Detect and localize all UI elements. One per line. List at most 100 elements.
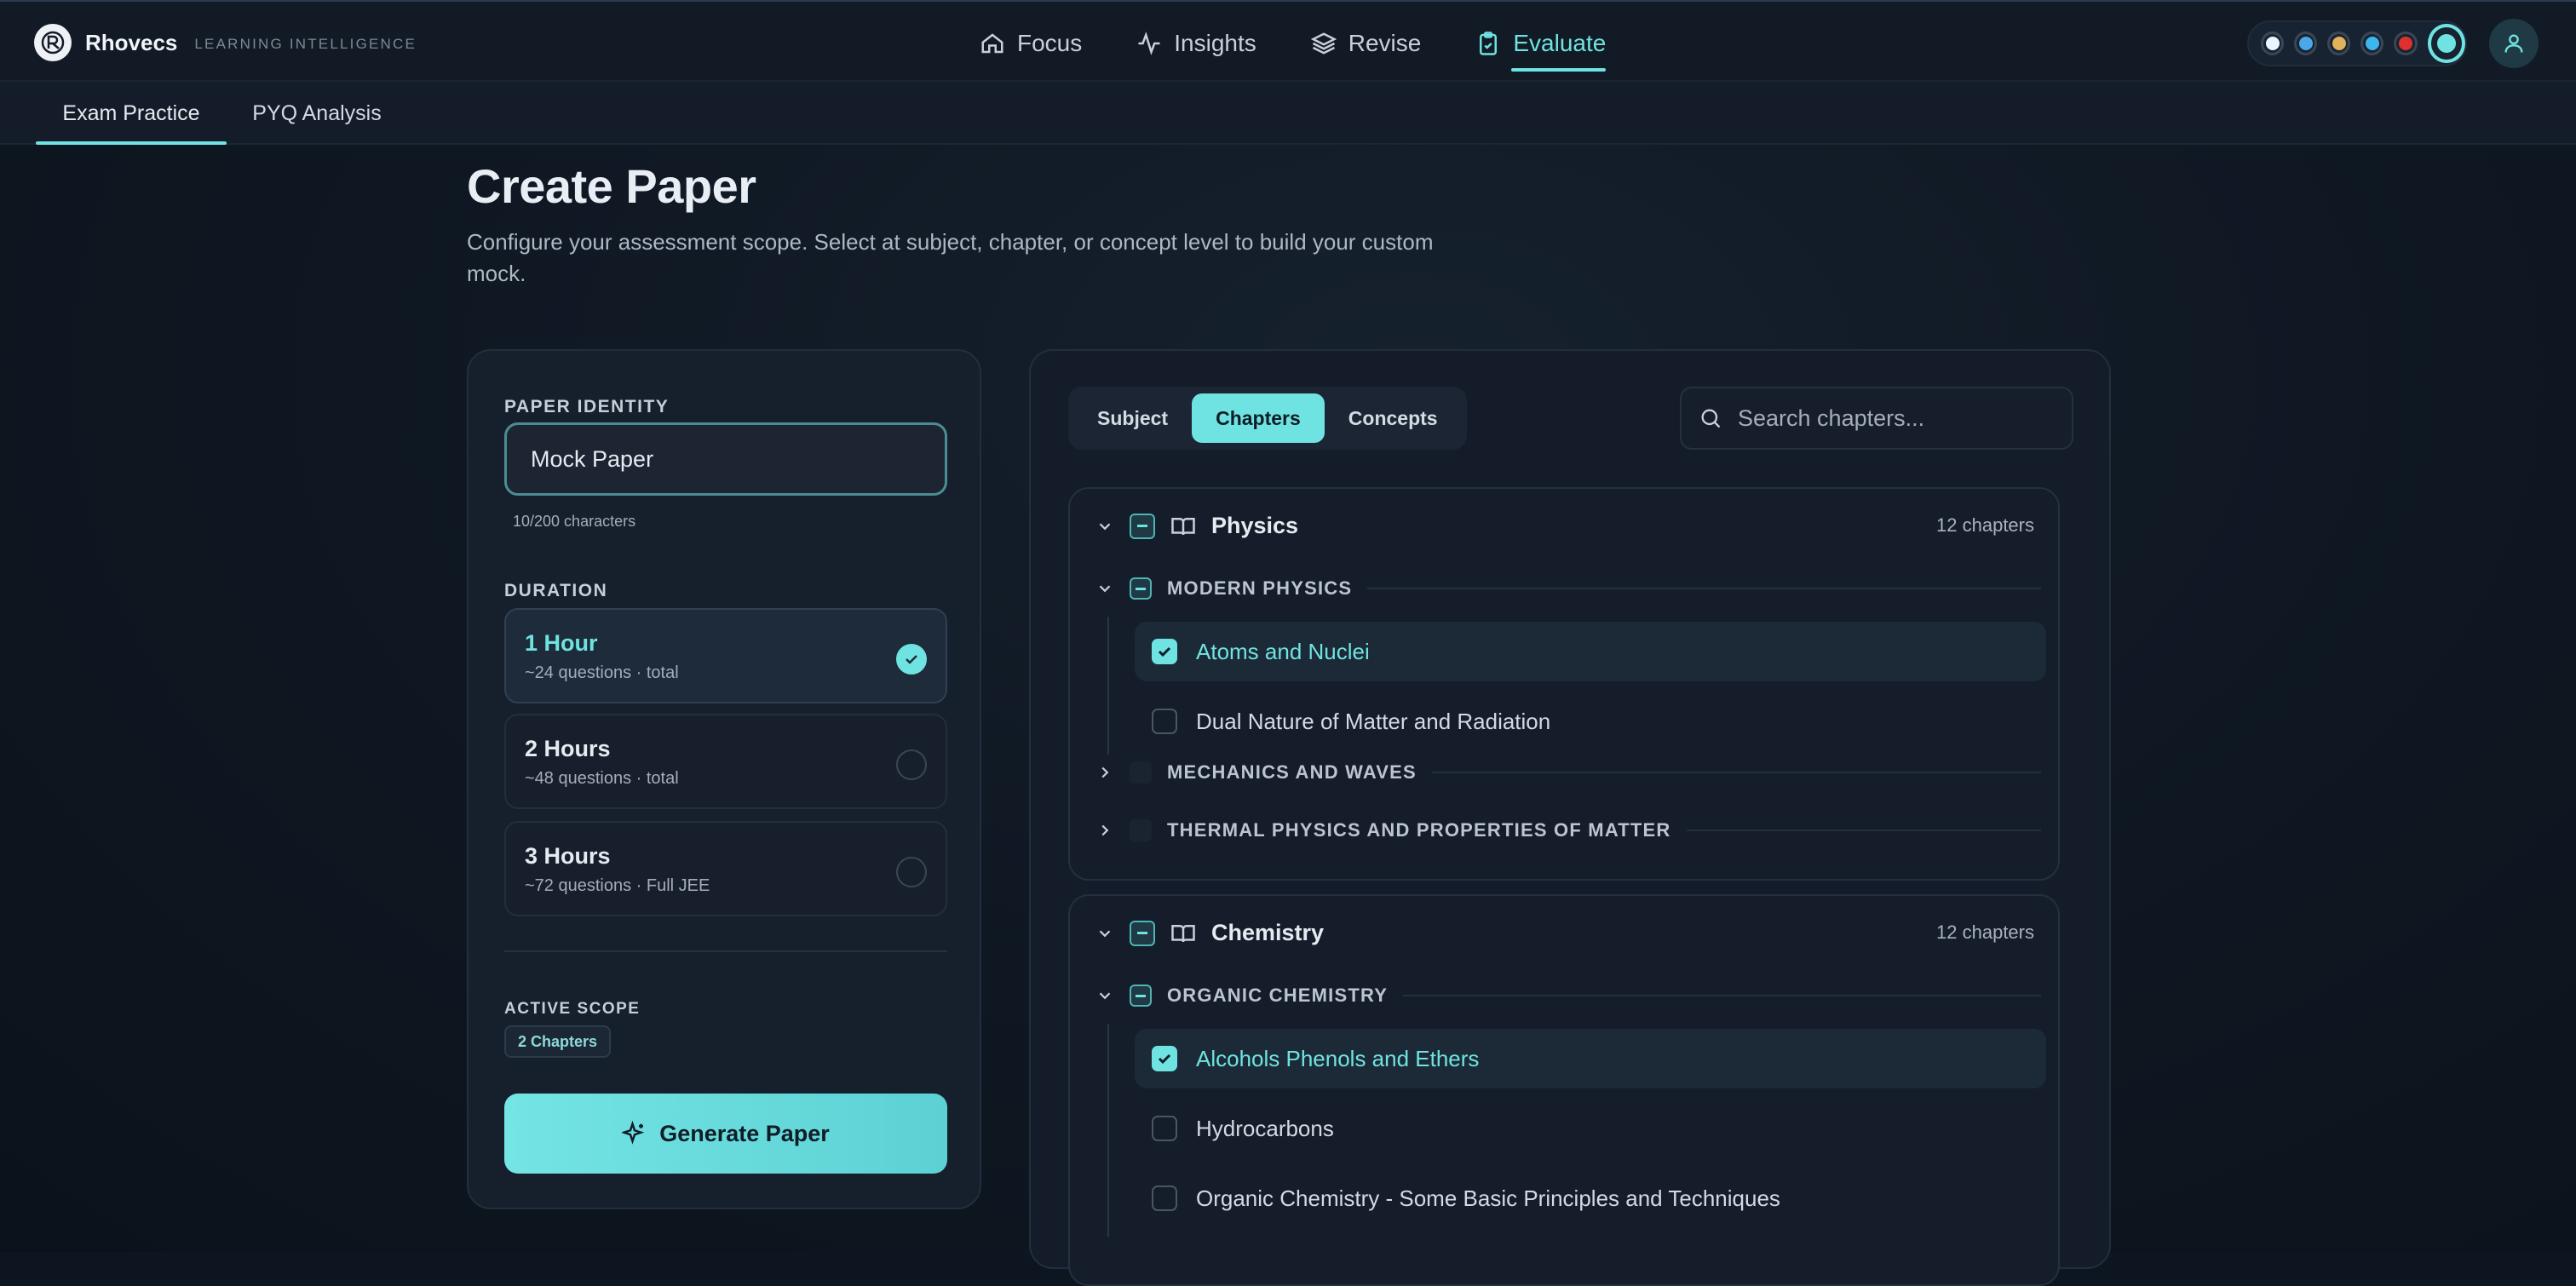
chevron-right-icon[interactable] <box>1095 763 1114 782</box>
divider <box>1367 588 2041 589</box>
chevron-down-icon[interactable] <box>1095 986 1114 1005</box>
partial-checkbox[interactable] <box>1130 920 1155 946</box>
subject-header[interactable]: Physics <box>1095 513 1298 539</box>
group-organic-chemistry[interactable]: ORGANIC CHEMISTRY <box>1095 985 2041 1007</box>
checkbox-empty-icon[interactable] <box>1130 819 1152 841</box>
search-icon <box>1701 409 1721 428</box>
nav-evaluate-label: Evaluate <box>1513 30 1607 56</box>
top-navbar: Rhovecs LEARNING INTELLIGENCE Focus Insi… <box>0 0 2576 82</box>
checkbox-empty-icon[interactable] <box>1130 761 1152 784</box>
theme-dot-1[interactable] <box>2261 32 2285 55</box>
chevron-down-icon[interactable] <box>1095 517 1114 536</box>
divider <box>1686 830 2041 831</box>
partial-checkbox[interactable] <box>1130 513 1155 539</box>
tab-pyq-analysis[interactable]: PYQ Analysis <box>239 82 395 145</box>
theme-dot-5[interactable] <box>2394 32 2418 55</box>
nav-revise[interactable]: Revise <box>1310 26 1421 61</box>
checkbox-checked-icon[interactable] <box>1152 1046 1177 1071</box>
subject-physics: Physics 12 chapters MODERN PHYSICS Atoms… <box>1068 487 2060 881</box>
paper-identity-label: PAPER IDENTITY <box>504 397 670 416</box>
duration-option-2h[interactable]: 2 Hours ~48 questions · total <box>504 714 947 809</box>
chapter-name: Atoms and Nuclei <box>1196 638 1370 664</box>
chapter-item[interactable]: Organic Chemistry - Some Basic Principle… <box>1135 1168 2046 1228</box>
chapter-item[interactable]: Atoms and Nuclei <box>1135 622 2046 681</box>
subject-name: Chemistry <box>1211 920 1325 945</box>
tree-line <box>1107 1024 1109 1237</box>
sub-tab-bar: Exam Practice PYQ Analysis <box>0 82 2576 145</box>
theme-dot-4[interactable] <box>2360 32 2384 55</box>
chapter-name: Alcohols Phenols and Ethers <box>1196 1045 1480 1071</box>
chapter-item[interactable]: Dual Nature of Matter and Radiation <box>1135 692 2046 751</box>
book-open-icon <box>1171 924 1195 942</box>
subject-header[interactable]: Chemistry <box>1095 920 1324 946</box>
check-circle-icon <box>896 644 927 675</box>
nav-insights[interactable]: Insights <box>1136 26 1256 61</box>
divider <box>1431 772 2041 773</box>
user-avatar[interactable] <box>2489 19 2539 68</box>
paper-config-card: PAPER IDENTITY Mock Paper 10/200 charact… <box>467 349 981 1209</box>
chevron-right-icon[interactable] <box>1095 821 1114 840</box>
sparkles-icon <box>622 1121 645 1145</box>
generate-paper-label: Generate Paper <box>659 1120 830 1146</box>
main-nav: Focus Insights Revise Evaluate <box>980 26 1660 72</box>
duration-label: DURATION <box>504 581 608 600</box>
chapter-item[interactable]: Alcohols Phenols and Ethers <box>1135 1029 2046 1088</box>
mode-concepts[interactable]: Concepts <box>1325 393 1462 443</box>
partial-checkbox[interactable] <box>1130 985 1152 1007</box>
theme-dot-6-active[interactable] <box>2427 24 2465 63</box>
subject-chapter-count: 12 chapters <box>1936 514 2034 536</box>
duration-title: 3 Hours <box>525 843 611 869</box>
rhovecs-logo-icon <box>34 24 72 61</box>
duration-title: 1 Hour <box>525 630 598 656</box>
theme-switcher <box>2247 20 2467 66</box>
subject-chemistry: Chemistry 12 chapters ORGANIC CHEMISTRY … <box>1068 894 2060 1286</box>
scope-selector-card: Subject Chapters Concepts Search chapter… <box>1029 349 2111 1286</box>
duration-subtitle: ~72 questions · Full JEE <box>525 876 710 895</box>
nav-focus-label: Focus <box>1017 30 1083 56</box>
divider <box>504 950 947 952</box>
nav-evaluate[interactable]: Evaluate <box>1475 26 1607 72</box>
chevron-down-icon[interactable] <box>1095 579 1114 598</box>
tab-exam-practice[interactable]: Exam Practice <box>36 82 227 145</box>
brand[interactable]: Rhovecs LEARNING INTELLIGENCE <box>34 24 417 61</box>
theme-dot-3[interactable] <box>2327 32 2351 55</box>
checkbox-empty-icon[interactable] <box>1152 1186 1177 1211</box>
group-name: MODERN PHYSICS <box>1167 577 1353 599</box>
subject-chapter-count: 12 chapters <box>1936 921 2034 943</box>
duration-title: 2 Hours <box>525 736 611 761</box>
group-modern-physics[interactable]: MODERN PHYSICS <box>1095 577 2041 600</box>
search-placeholder: Search chapters... <box>1738 405 1925 431</box>
scope-mode-toggle: Subject Chapters Concepts <box>1068 387 1467 450</box>
activity-icon <box>1138 32 1160 55</box>
generate-paper-button[interactable]: Generate Paper <box>504 1094 947 1174</box>
search-chapters-field[interactable]: Search chapters... <box>1680 387 2073 450</box>
group-thermal-physics[interactable]: THERMAL PHYSICS AND PROPERTIES OF MATTER <box>1095 819 2041 841</box>
group-mechanics-waves[interactable]: MECHANICS AND WAVES <box>1095 761 2041 784</box>
nav-focus[interactable]: Focus <box>980 26 1082 61</box>
chapter-name: Hydrocarbons <box>1196 1115 1334 1141</box>
divider <box>1403 995 2041 996</box>
checkbox-empty-icon[interactable] <box>1152 1116 1177 1141</box>
brand-name: Rhovecs <box>85 29 178 55</box>
nav-insights-label: Insights <box>1174 30 1256 56</box>
radio-circle-icon <box>896 857 927 887</box>
chapter-name: Dual Nature of Matter and Radiation <box>1196 708 1551 734</box>
duration-subtitle: ~24 questions · total <box>525 663 679 682</box>
checkbox-empty-icon[interactable] <box>1152 709 1177 734</box>
chapter-item[interactable]: Hydrocarbons <box>1135 1099 2046 1158</box>
scope-badge: 2 Chapters <box>504 1025 612 1058</box>
mode-subject[interactable]: Subject <box>1073 393 1192 443</box>
mode-chapters[interactable]: Chapters <box>1192 393 1325 443</box>
paper-name-input[interactable]: Mock Paper <box>504 422 947 496</box>
page-title: Create Paper <box>467 159 756 213</box>
duration-option-3h[interactable]: 3 Hours ~72 questions · Full JEE <box>504 821 947 916</box>
chevron-down-icon[interactable] <box>1095 924 1114 943</box>
char-counter: 10/200 characters <box>513 513 636 530</box>
brand-tagline: LEARNING INTELLIGENCE <box>194 36 417 52</box>
duration-subtitle: ~48 questions · total <box>525 769 679 788</box>
partial-checkbox[interactable] <box>1130 577 1152 600</box>
duration-option-1h[interactable]: 1 Hour ~24 questions · total <box>504 608 947 703</box>
book-open-icon <box>1171 517 1195 535</box>
checkbox-checked-icon[interactable] <box>1152 639 1177 664</box>
theme-dot-2[interactable] <box>2294 32 2318 55</box>
